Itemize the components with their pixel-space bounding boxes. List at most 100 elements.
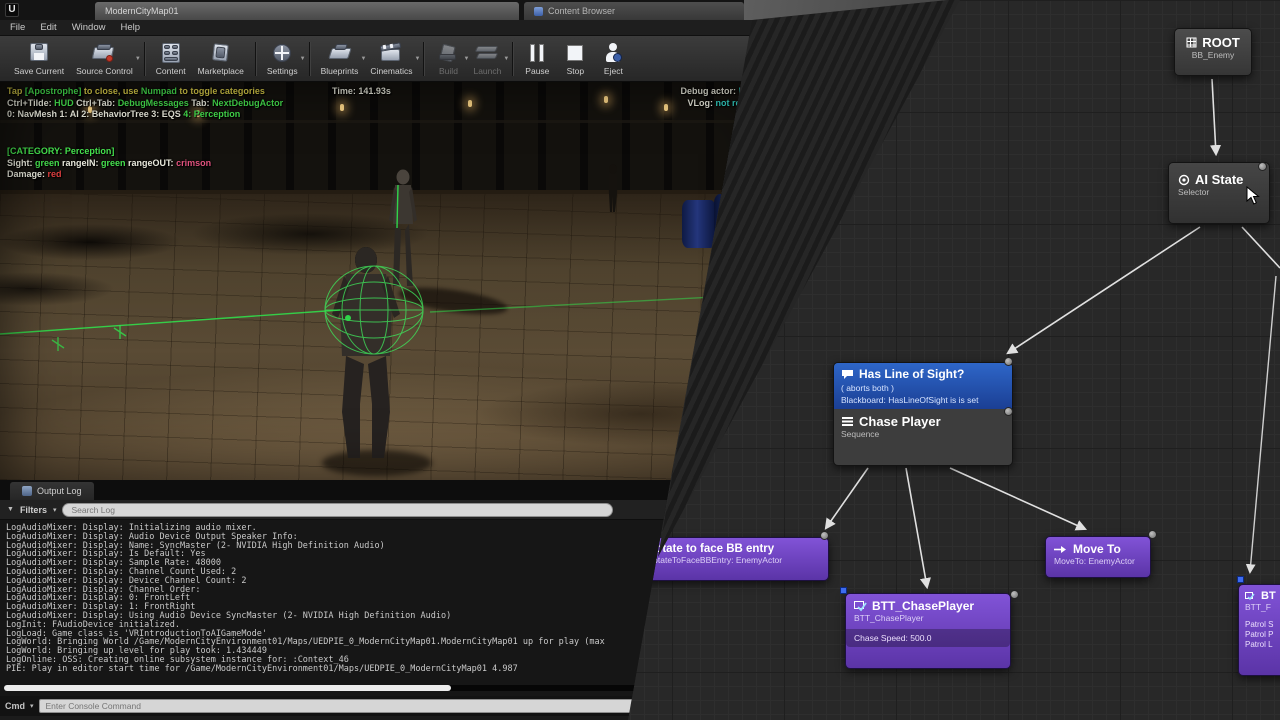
unreal-logo-icon: U xyxy=(5,3,19,17)
eject-button[interactable]: Eject xyxy=(600,42,626,76)
tab-output-log[interactable]: Output Log xyxy=(10,482,94,500)
chase-player-pin-top[interactable] xyxy=(1004,357,1013,366)
debugger-line-3: 0: NavMesh 1: AI 2: BehaviorTree 3: EQS … xyxy=(7,109,283,121)
rotate-title: Rotate to face BB entry xyxy=(647,543,819,555)
blueprints-button[interactable]: Blueprints ▼ xyxy=(321,42,359,76)
task-check-icon-small xyxy=(1245,592,1256,601)
patrol-property: Patrol S xyxy=(1245,620,1280,630)
bt-node-btt-chaseplayer[interactable]: BTT_ChasePlayer BTT_ChasePlayer Chase Sp… xyxy=(845,593,1011,669)
output-log-icon xyxy=(22,486,32,496)
decorator-aborts: ( aborts both ) xyxy=(841,383,1005,393)
cmd-label: Cmd xyxy=(5,701,25,711)
gameplay-debugger-header: Tap [Apostrophe] to close, use Numpad to… xyxy=(7,86,283,121)
marketplace-icon xyxy=(208,42,234,64)
launch-devices-icon xyxy=(474,42,500,64)
screenshot-root: ROOT BB_Enemy AI State Selector Has Line… xyxy=(0,0,1280,720)
selector-icon xyxy=(1178,174,1190,186)
filters-button[interactable]: Filters xyxy=(20,505,47,515)
task-check-icon xyxy=(854,601,867,612)
move-to-title-row: Move To xyxy=(1054,542,1142,556)
pause-button[interactable]: Pause xyxy=(524,42,550,76)
sequence-chase-player: Chase Player Sequence xyxy=(834,409,1012,444)
debugger-line-2: Ctrl+Tilde: HUD Ctrl+Tab: DebugMessages … xyxy=(7,98,283,110)
btt-breakpoint-marker[interactable] xyxy=(840,587,847,594)
source-control-caret-icon: ▼ xyxy=(135,56,141,62)
chase-player-pin-mid[interactable] xyxy=(1004,407,1013,416)
launch-caret-icon: ▼ xyxy=(503,56,509,62)
menu-window[interactable]: Window xyxy=(72,22,106,33)
decorator-has-line-of-sight[interactable]: Has Line of Sight? ( aborts both ) Black… xyxy=(834,363,1012,409)
settings-button[interactable]: Settings ▼ xyxy=(267,42,298,76)
category-title: [CATEGORY: Perception] xyxy=(7,146,211,158)
partial-breakpoint-marker[interactable] xyxy=(1237,576,1244,583)
move-to-title: Move To xyxy=(1073,542,1121,556)
bt-node-partial-patrol[interactable]: BT BTT_F Patrol SPatrol PPatrol L xyxy=(1238,584,1280,676)
perception-debug-lines xyxy=(0,82,770,480)
save-current-button[interactable]: Save Current xyxy=(14,42,64,76)
debug-time-label: Time: 141.93s xyxy=(332,86,391,98)
content-button[interactable]: Content xyxy=(156,42,186,76)
decorator-title: Has Line of Sight? xyxy=(859,367,964,381)
scrollbar-thumb[interactable] xyxy=(4,685,451,691)
patrol-property: Patrol L xyxy=(1245,640,1280,650)
bt-node-root[interactable]: ROOT BB_Enemy xyxy=(1174,28,1252,76)
filters-triangle-icon: ▼ xyxy=(7,506,14,513)
bt-node-move-to[interactable]: Move To MoveTo: EnemyActor xyxy=(1045,536,1151,578)
filters-caret-icon: ▾ xyxy=(53,506,57,514)
mouse-cursor xyxy=(1246,186,1260,211)
bt-node-chase-player[interactable]: Has Line of Sight? ( aborts both ) Black… xyxy=(833,362,1013,466)
console-command-input[interactable] xyxy=(39,699,729,713)
cinematics-button[interactable]: Cinematics ▼ xyxy=(370,42,412,76)
btt-title-row: BTT_ChasePlayer xyxy=(854,599,1002,613)
ai-state-title-row: AI State xyxy=(1178,172,1260,187)
source-control-button[interactable]: Source Control ▼ xyxy=(76,42,133,76)
sight-line: Sight: green rangeIN: green rangeOUT: cr… xyxy=(7,158,211,170)
stop-icon xyxy=(562,42,588,64)
move-to-subtitle: MoveTo: EnemyActor xyxy=(1054,556,1142,566)
cinematics-clapper-icon xyxy=(378,42,404,64)
ai-state-pin[interactable] xyxy=(1258,162,1267,171)
debugger-line-1: Tap [Apostrophe] to close, use Numpad to… xyxy=(7,86,283,98)
build-button[interactable]: Build ▼ xyxy=(435,42,461,76)
toolbar-separator xyxy=(423,42,424,76)
marketplace-button[interactable]: Marketplace xyxy=(198,42,244,76)
ai-state-title: AI State xyxy=(1195,172,1243,187)
game-viewport[interactable]: Tap [Apostrophe] to close, use Numpad to… xyxy=(0,82,770,480)
menu-edit[interactable]: Edit xyxy=(40,22,56,33)
menu-file[interactable]: File xyxy=(10,22,25,33)
content-browser-icon xyxy=(534,7,543,16)
tab-content-browser[interactable]: Content Browser xyxy=(524,2,744,20)
save-current-icon xyxy=(26,42,52,64)
blueprints-icon xyxy=(327,42,353,64)
log-search-input[interactable] xyxy=(62,503,613,517)
chase-subtitle: Sequence xyxy=(841,429,1005,439)
stop-button[interactable]: Stop xyxy=(562,42,588,76)
sequence-list-icon xyxy=(841,416,854,427)
damage-line: Damage: red xyxy=(7,169,211,181)
rotate-node-pin[interactable] xyxy=(820,531,829,540)
settings-caret-icon: ▼ xyxy=(300,56,306,62)
toolbar-separator xyxy=(512,42,513,76)
content-icon xyxy=(158,42,184,64)
patrol-property: Patrol P xyxy=(1245,630,1280,640)
build-icon xyxy=(435,42,461,64)
cmd-caret-icon: ▾ xyxy=(30,702,34,710)
tab-level-editor[interactable]: ModernCityMap01 xyxy=(95,2,519,20)
move-to-pin[interactable] xyxy=(1148,530,1157,539)
eject-person-icon xyxy=(600,42,626,64)
build-caret-icon: ▼ xyxy=(464,56,470,62)
perception-category-block: [CATEGORY: Perception] Sight: green rang… xyxy=(7,146,211,181)
root-node-subtitle: BB_Enemy xyxy=(1175,50,1251,60)
blueprints-caret-icon: ▼ xyxy=(360,56,366,62)
root-node-title-row: ROOT xyxy=(1175,35,1251,50)
btt-pin[interactable] xyxy=(1010,590,1019,599)
tab-content-browser-label: Content Browser xyxy=(548,6,615,16)
partial-title: BT xyxy=(1261,590,1276,602)
launch-button[interactable]: Launch ▼ xyxy=(473,42,501,76)
bt-node-rotate-to-face-bb-entry[interactable]: Rotate to face BB entry RotateToFaceBBEn… xyxy=(637,537,829,581)
btt-chase-speed: Chase Speed: 500.0 xyxy=(846,629,1010,647)
menu-help[interactable]: Help xyxy=(120,22,140,33)
move-arrow-icon xyxy=(1054,545,1068,554)
chase-title-row: Chase Player xyxy=(841,414,1005,429)
settings-gear-icon xyxy=(269,42,295,64)
